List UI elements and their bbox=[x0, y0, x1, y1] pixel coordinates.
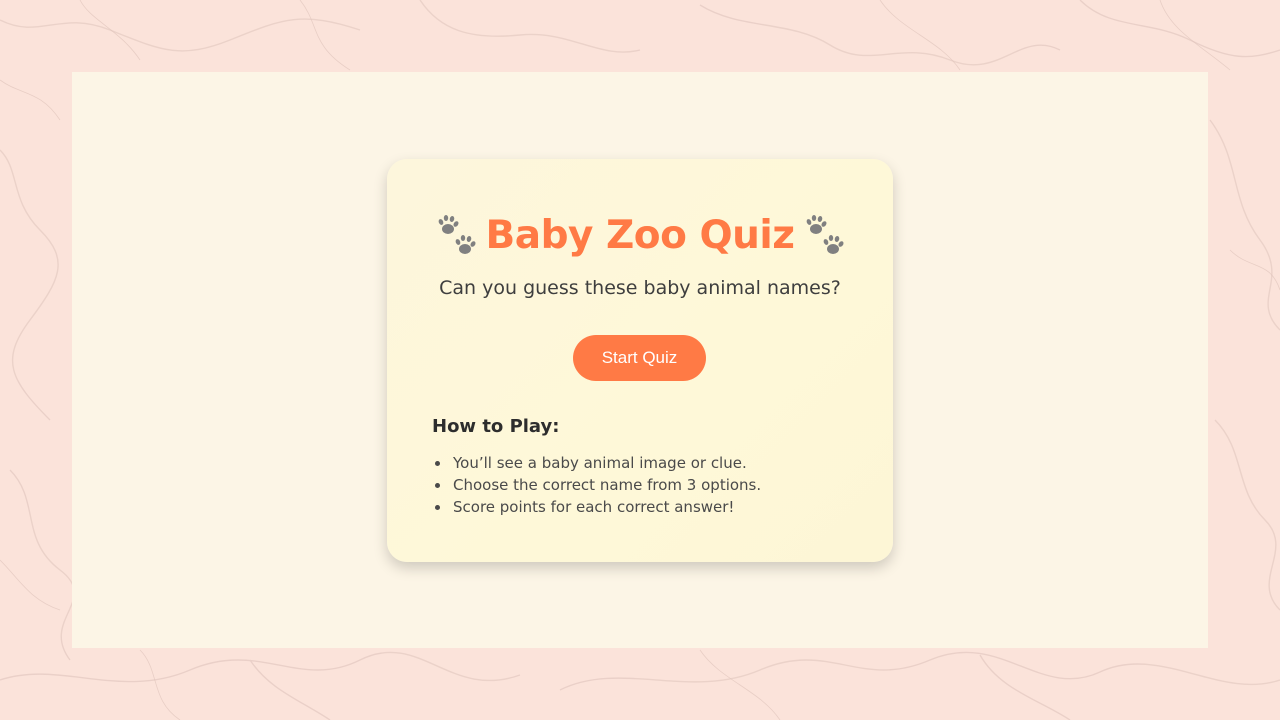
rule-text: You’ll see a baby animal image or clue. bbox=[453, 454, 747, 472]
bullet-icon bbox=[435, 505, 440, 510]
list-item: You’ll see a baby animal image or clue. bbox=[432, 452, 761, 474]
title-row: Baby Zoo Quiz bbox=[387, 210, 893, 262]
quiz-title: Baby Zoo Quiz bbox=[485, 213, 795, 258]
how-to-play-list: You’ll see a baby animal image or clue. … bbox=[432, 452, 761, 518]
rule-text: Score points for each correct answer! bbox=[453, 498, 735, 516]
list-item: Choose the correct name from 3 options. bbox=[432, 474, 761, 496]
quiz-card: Baby Zoo Quiz Can you guess these baby a… bbox=[387, 159, 893, 562]
paw-prints-icon bbox=[807, 215, 844, 254]
how-to-play-heading: How to Play: bbox=[432, 416, 560, 437]
bullet-icon bbox=[435, 461, 440, 466]
quiz-subtitle: Can you guess these baby animal names? bbox=[439, 277, 841, 299]
rule-text: Choose the correct name from 3 options. bbox=[453, 476, 762, 494]
list-item: Score points for each correct answer! bbox=[432, 496, 761, 518]
paw-prints-icon bbox=[438, 215, 476, 254]
bullet-icon bbox=[435, 483, 440, 488]
start-quiz-button[interactable]: Start Quiz bbox=[573, 335, 706, 381]
